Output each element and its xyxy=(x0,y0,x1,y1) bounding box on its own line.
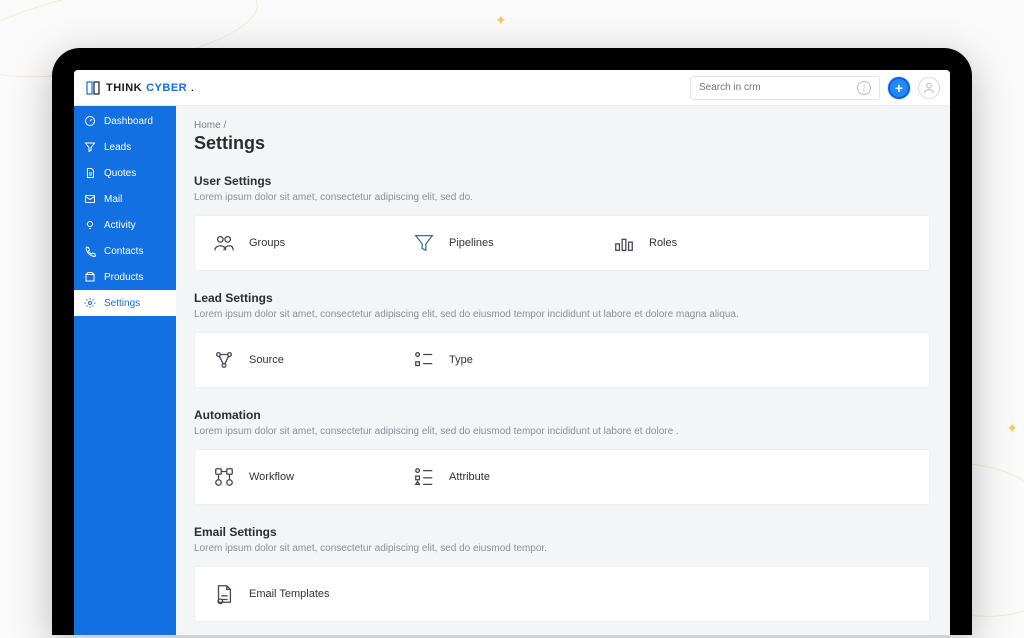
topbar: THINK CYBER. i + xyxy=(74,70,950,106)
section-desc: Lorem ipsum dolor sit amet, consectetur … xyxy=(194,308,930,322)
tablet-frame: THINK CYBER. i + Dashboard Leads xyxy=(52,48,972,635)
bars-icon xyxy=(613,232,635,254)
sidebar-item-label: Mail xyxy=(104,194,122,205)
sidebar-item-contacts[interactable]: Contacts xyxy=(74,238,176,264)
sidebar-item-label: Dashboard xyxy=(104,116,153,127)
section-automation: Automation Lorem ipsum dolor sit amet, c… xyxy=(194,408,930,505)
section-title: Email Settings xyxy=(194,525,930,539)
brand-text-2: CYBER xyxy=(146,82,187,94)
sidebar-item-mail[interactable]: Mail xyxy=(74,186,176,212)
sidebar-item-leads[interactable]: Leads xyxy=(74,134,176,160)
card-label: Attribute xyxy=(449,471,490,483)
sidebar-item-settings[interactable]: Settings xyxy=(74,290,176,316)
card-label: Groups xyxy=(249,237,285,249)
template-icon xyxy=(213,583,235,605)
page-title: Settings xyxy=(194,133,930,154)
section-panel: Groups Pipelines Roles xyxy=(194,215,930,271)
section-title: Automation xyxy=(194,408,930,422)
list-shapes-icon xyxy=(413,349,435,371)
attributes-icon xyxy=(413,466,435,488)
info-icon[interactable]: i xyxy=(857,81,871,95)
card-label: Workflow xyxy=(249,471,294,483)
section-panel: Source Type xyxy=(194,332,930,388)
card-email-templates[interactable]: Email Templates xyxy=(195,583,395,605)
sparkle-icon: ✦ xyxy=(495,12,507,29)
card-source[interactable]: Source xyxy=(195,349,395,371)
brand-text-1: THINK xyxy=(106,82,142,94)
brand-logo[interactable]: THINK CYBER. xyxy=(84,79,194,97)
card-attribute[interactable]: Attribute xyxy=(395,466,595,488)
phone-icon xyxy=(84,245,96,257)
sidebar-item-dashboard[interactable]: Dashboard xyxy=(74,108,176,134)
card-roles[interactable]: Roles xyxy=(595,232,795,254)
gauge-icon xyxy=(84,115,96,127)
users-icon xyxy=(213,232,235,254)
card-label: Source xyxy=(249,354,284,366)
logo-mark-icon xyxy=(84,79,102,97)
sidebar-item-label: Contacts xyxy=(104,246,143,257)
card-label: Roles xyxy=(649,237,677,249)
search-box[interactable]: i xyxy=(690,76,880,100)
sidebar-item-label: Settings xyxy=(104,298,140,309)
sidebar-item-label: Leads xyxy=(104,142,131,153)
section-desc: Lorem ipsum dolor sit amet, consectetur … xyxy=(194,425,930,439)
section-desc: Lorem ipsum dolor sit amet, consectetur … xyxy=(194,542,930,556)
card-type[interactable]: Type xyxy=(395,349,595,371)
sidebar-item-quotes[interactable]: Quotes xyxy=(74,160,176,186)
card-pipelines[interactable]: Pipelines xyxy=(395,232,595,254)
card-workflow[interactable]: Workflow xyxy=(195,466,395,488)
workflow-icon xyxy=(213,466,235,488)
sparkle-icon: ✦ xyxy=(1006,420,1018,437)
card-groups[interactable]: Groups xyxy=(195,232,395,254)
search-input[interactable] xyxy=(699,82,857,93)
sidebar-item-activity[interactable]: Activity xyxy=(74,212,176,238)
box-icon xyxy=(84,271,96,283)
brand-dot: . xyxy=(191,83,194,93)
section-panel: Email Templates xyxy=(194,566,930,622)
section-desc: Lorem ipsum dolor sit amet, consectetur … xyxy=(194,191,930,205)
section-title: Lead Settings xyxy=(194,291,930,305)
sidebar-item-products[interactable]: Products xyxy=(74,264,176,290)
main-content: Home / Settings User Settings Lorem ipsu… xyxy=(176,106,950,635)
gear-icon xyxy=(84,297,96,309)
card-label: Pipelines xyxy=(449,237,494,249)
avatar[interactable] xyxy=(918,77,940,99)
document-icon xyxy=(84,167,96,179)
screen: THINK CYBER. i + Dashboard Leads xyxy=(74,70,950,635)
section-title: User Settings xyxy=(194,174,930,188)
sidebar: Dashboard Leads Quotes Mail Activity xyxy=(74,106,176,635)
breadcrumb[interactable]: Home / xyxy=(194,120,930,131)
nodes-icon xyxy=(213,349,235,371)
sidebar-item-label: Activity xyxy=(104,220,136,231)
section-user-settings: User Settings Lorem ipsum dolor sit amet… xyxy=(194,174,930,271)
section-lead-settings: Lead Settings Lorem ipsum dolor sit amet… xyxy=(194,291,930,388)
section-panel: Workflow Attribute xyxy=(194,449,930,505)
card-label: Type xyxy=(449,354,473,366)
card-label: Email Templates xyxy=(249,588,330,600)
add-button[interactable]: + xyxy=(888,77,910,99)
sidebar-item-label: Products xyxy=(104,272,143,283)
bulb-icon xyxy=(84,219,96,231)
sidebar-item-label: Quotes xyxy=(104,168,136,179)
funnel-icon xyxy=(84,141,96,153)
section-email-settings: Email Settings Lorem ipsum dolor sit ame… xyxy=(194,525,930,622)
mail-icon xyxy=(84,193,96,205)
funnel-icon xyxy=(413,232,435,254)
